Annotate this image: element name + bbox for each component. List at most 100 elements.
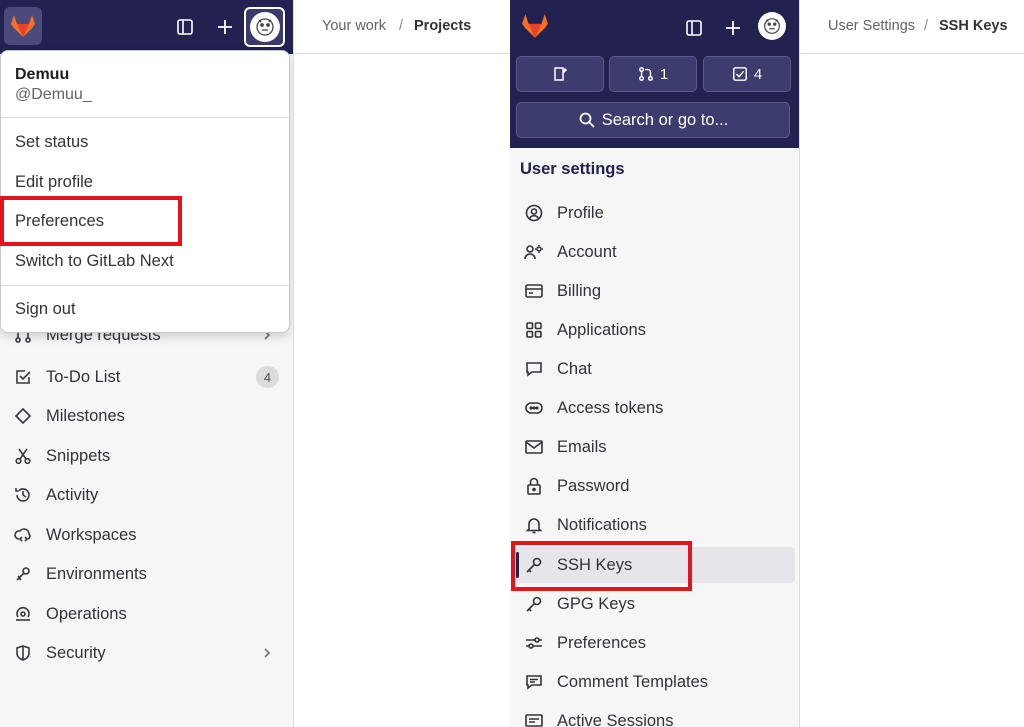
gitlab-logo-icon[interactable] (518, 9, 552, 43)
breadcrumb-ssh-keys[interactable]: SSH Keys (939, 18, 1008, 34)
nav-item-operations[interactable]: Operations (0, 595, 293, 633)
comment-icon (523, 671, 545, 693)
top-bar (0, 0, 293, 54)
settings-item-label: Chat (557, 359, 592, 378)
nav-label: Milestones (46, 406, 125, 425)
nav-item-snippets[interactable]: Snippets (0, 437, 293, 475)
settings-item-gpg-keys[interactable]: GPG Keys (510, 586, 799, 622)
plus-icon[interactable] (723, 18, 743, 38)
key-icon (523, 593, 545, 615)
settings-item-preferences[interactable]: Preferences (510, 625, 799, 661)
milestone-icon (12, 405, 34, 427)
settings-item-account[interactable]: Account (510, 234, 799, 270)
settings-item-label: Comment Templates (557, 672, 709, 691)
todos-count: 4 (753, 65, 763, 83)
breadcrumb-user-settings[interactable]: User Settings (828, 18, 915, 34)
profile-icon (523, 202, 545, 224)
breadcrumb-your-work[interactable]: Your work (322, 18, 386, 34)
nav-item-todo-list[interactable]: To-Do List 4 (0, 358, 293, 396)
settings-item-label: Applications (557, 320, 646, 339)
search-icon (578, 111, 596, 129)
user-dropdown-menu: Demuu @Demuu_ Set status Edit profile Pr… (0, 50, 290, 333)
merge-request-icon (638, 66, 654, 82)
preferences-item[interactable]: Preferences (15, 212, 104, 231)
key-icon (523, 554, 545, 576)
account-icon (523, 241, 545, 263)
sign-out-item[interactable]: Sign out (15, 300, 76, 319)
settings-item-comment-templates[interactable]: Comment Templates (510, 664, 799, 700)
nav-item-security[interactable]: Security (0, 634, 293, 672)
settings-item-applications[interactable]: Applications (510, 312, 799, 348)
edit-profile-item[interactable]: Edit profile (15, 173, 93, 192)
nav-label: Activity (46, 485, 99, 504)
avatar-icon (249, 12, 280, 42)
nav-item-activity[interactable]: Activity (0, 476, 293, 514)
settings-item-billing[interactable]: Billing (510, 273, 799, 309)
todos-counter-button[interactable]: 4 (703, 56, 791, 92)
breadcrumb: Your work / Projects (294, 0, 510, 54)
main-content-left: Your work / Projects (294, 0, 510, 727)
avatar-icon[interactable] (758, 12, 786, 40)
breadcrumb-separator: / (399, 18, 404, 34)
sessions-icon (523, 710, 545, 727)
settings-item-emails[interactable]: Emails (510, 429, 799, 465)
sidebar-toggle-icon[interactable] (175, 17, 195, 37)
settings-item-chat[interactable]: Chat (510, 351, 799, 387)
nav-label: Operations (46, 604, 127, 623)
breadcrumb-projects[interactable]: Projects (414, 18, 471, 34)
user-name: Demuu (15, 66, 70, 83)
plus-icon[interactable] (215, 17, 235, 37)
breadcrumb-separator: / (924, 18, 929, 34)
settings-item-access-tokens[interactable]: Access tokens (510, 390, 799, 426)
settings-sidebar: 1 4 Search or go to... User settings Pro… (510, 0, 800, 727)
nav-label: To-Do List (46, 367, 121, 386)
settings-item-label: Preferences (557, 633, 646, 652)
nav-item-environments[interactable]: Environments (0, 555, 293, 593)
nav-label: Snippets (46, 446, 111, 465)
set-status-item[interactable]: Set status (15, 133, 88, 152)
nav-label: Workspaces (46, 525, 137, 544)
todo-icon (12, 366, 34, 388)
preferences-icon (523, 632, 545, 654)
sidebar-toggle-icon[interactable] (684, 18, 704, 38)
todo-count-badge: 4 (256, 366, 279, 388)
chat-icon (523, 358, 545, 380)
issues-counter-button[interactable] (516, 56, 604, 92)
active-indicator (516, 552, 519, 578)
lock-icon (523, 475, 545, 497)
divider (1, 117, 289, 118)
nav-item-workspaces[interactable]: Workspaces (0, 516, 293, 554)
settings-item-label: Billing (557, 281, 602, 300)
gitlab-logo-icon[interactable] (4, 7, 42, 45)
settings-item-profile[interactable]: Profile (510, 195, 799, 231)
chevron-right-icon (262, 647, 272, 659)
shield-icon (12, 642, 34, 664)
user-avatar-button[interactable] (244, 7, 285, 47)
settings-item-ssh-keys[interactable]: SSH Keys (514, 547, 795, 583)
breadcrumb: User Settings / SSH Keys (800, 0, 1024, 54)
issues-icon (552, 66, 568, 82)
history-icon (12, 484, 34, 506)
nav-item-milestones[interactable]: Milestones (0, 397, 293, 435)
settings-item-active-sessions[interactable]: Active Sessions (510, 703, 799, 727)
merge-requests-count: 1 (659, 65, 669, 83)
email-icon (523, 436, 545, 458)
todo-icon (732, 66, 748, 82)
settings-item-label: Notifications (557, 515, 647, 534)
merge-requests-counter-button[interactable]: 1 (609, 56, 697, 92)
snippet-icon (12, 445, 34, 467)
search-button[interactable]: Search or go to... (516, 102, 790, 138)
billing-icon (523, 280, 545, 302)
settings-item-label: SSH Keys (557, 555, 633, 574)
settings-item-notifications[interactable]: Notifications (510, 507, 799, 543)
settings-item-label: Emails (557, 437, 607, 456)
applications-icon (523, 319, 545, 341)
main-content-right: User Settings / SSH Keys (800, 0, 1024, 727)
token-icon (523, 397, 545, 419)
switch-gitlab-next-item[interactable]: Switch to GitLab Next (15, 252, 174, 271)
user-handle: @Demuu_ (15, 86, 92, 103)
nav-label: Security (46, 643, 106, 662)
settings-item-label: GPG Keys (557, 594, 635, 613)
settings-item-password[interactable]: Password (510, 468, 799, 504)
nav-label: Environments (46, 564, 147, 583)
